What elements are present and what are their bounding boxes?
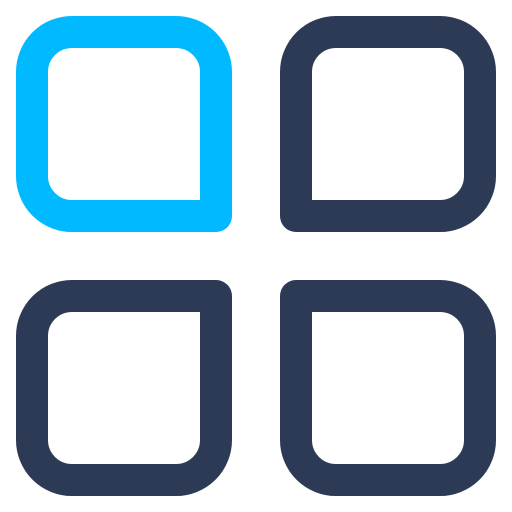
tile-top-right-icon (280, 16, 496, 232)
icon-canvas (0, 0, 512, 512)
tile-top-left-icon (16, 16, 232, 232)
tile-bottom-right-icon (280, 280, 496, 496)
tile-bottom-left-icon (16, 280, 232, 496)
app-grid-icon (16, 16, 496, 496)
